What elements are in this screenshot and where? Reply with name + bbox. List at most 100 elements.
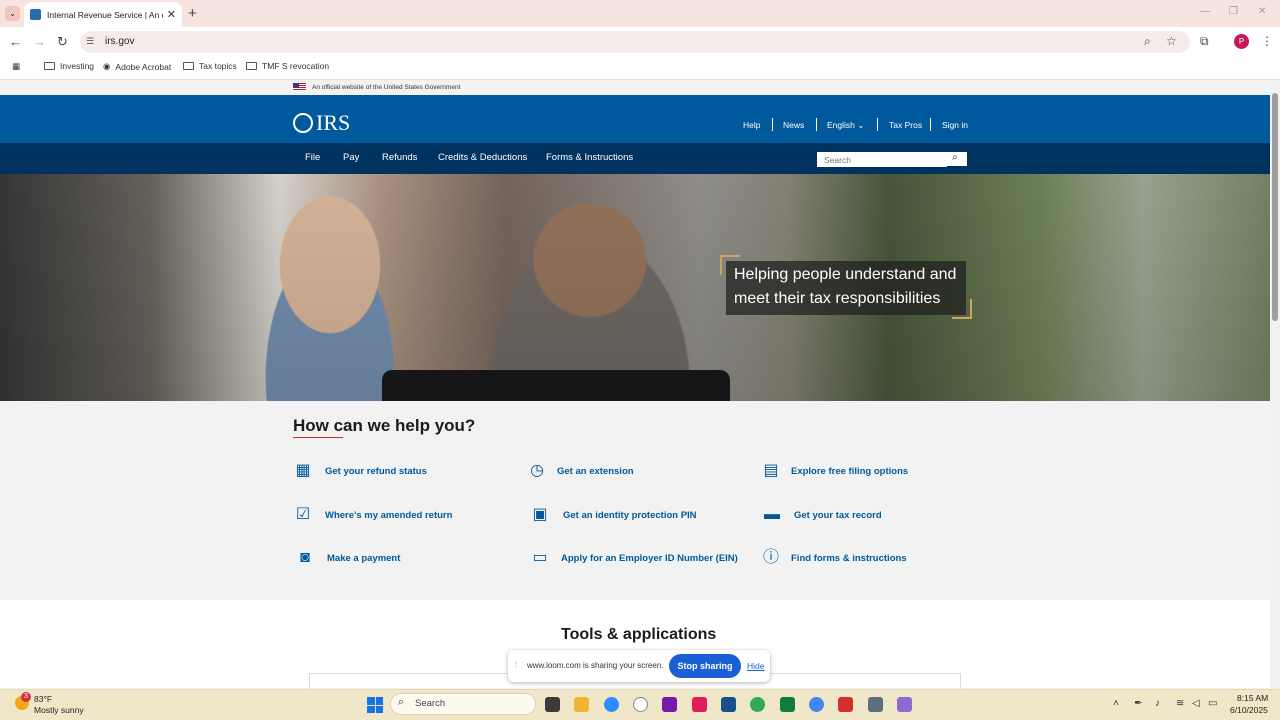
- refund-status-link[interactable]: Get your refund status: [325, 466, 427, 477]
- r-app-icon[interactable]: [721, 697, 736, 712]
- title-underline: [293, 437, 343, 438]
- volume-icon[interactable]: ◁: [1192, 698, 1200, 709]
- pen-icon[interactable]: ✒: [1134, 698, 1142, 709]
- stop-sharing-button[interactable]: Stop sharing: [669, 654, 741, 678]
- close-tab-icon[interactable]: ✕: [167, 8, 176, 21]
- snipping-tool-icon[interactable]: [897, 697, 912, 712]
- clock-time[interactable]: 8:15 AM: [1237, 693, 1268, 703]
- hero-tagline-line: Helping people understand and: [734, 266, 957, 283]
- weather-temperature[interactable]: 83°F: [34, 694, 52, 704]
- task-view-icon[interactable]: [545, 697, 560, 712]
- search-input[interactable]: [817, 153, 947, 167]
- start-button[interactable]: [367, 697, 383, 713]
- money-icon: ◙: [300, 549, 310, 566]
- close-window-button[interactable]: ✕: [1258, 6, 1266, 17]
- bookmark-investing[interactable]: Investing: [44, 61, 94, 71]
- scrollbar-thumb[interactable]: [1272, 93, 1278, 321]
- reload-icon[interactable]: ↻: [57, 34, 68, 50]
- checkbox-icon: ☑: [295, 506, 311, 523]
- site-info-icon[interactable]: ☰: [86, 36, 94, 47]
- url-text[interactable]: irs.gov: [105, 36, 134, 47]
- chrome-icon[interactable]: [750, 697, 765, 712]
- divider: [816, 118, 817, 131]
- sign-in-link[interactable]: Sign in: [942, 120, 968, 130]
- more-menu-icon[interactable]: ⋮: [1261, 34, 1273, 48]
- bookmark-label: Adobe Acrobat: [115, 61, 172, 72]
- nav-forms-instructions[interactable]: Forms & Instructions: [546, 152, 633, 163]
- show-hidden-icons-icon[interactable]: ˄: [1113, 698, 1119, 709]
- search-icon[interactable]: ⌕: [952, 152, 958, 163]
- gov-banner-text: An official website of the United States…: [312, 84, 461, 91]
- bookmark-label: TMF S revocation: [262, 61, 330, 71]
- bookmark-tax-topics[interactable]: Tax topics: [183, 61, 237, 71]
- zoom-icon[interactable]: ⌕: [1144, 34, 1151, 49]
- new-tab-button[interactable]: +: [188, 5, 197, 22]
- free-filing-link[interactable]: Explore free filing options: [791, 466, 908, 477]
- tax-pros-link[interactable]: Tax Pros: [889, 120, 922, 130]
- taskbar-search[interactable]: [390, 693, 536, 715]
- chevron-down-icon: ⌄: [857, 120, 865, 130]
- minimize-button[interactable]: —: [1200, 6, 1210, 17]
- forward-arrow-icon[interactable]: →: [33, 34, 46, 49]
- news-link[interactable]: News: [783, 120, 804, 130]
- ip-pin-link[interactable]: Get an identity protection PIN: [563, 510, 697, 521]
- microphone-icon[interactable]: ♪: [1155, 698, 1160, 709]
- tab-title: Internal Revenue Service | An official w…: [47, 9, 163, 20]
- search-icon: ⌕: [398, 696, 405, 708]
- amended-return-link[interactable]: Where’s my amended return: [325, 510, 452, 521]
- logo-text: IRS: [316, 110, 351, 135]
- forms-link[interactable]: Find forms & instructions: [791, 553, 907, 564]
- main-nav: [0, 143, 1270, 174]
- extensions-icon[interactable]: ⧉: [1200, 34, 1209, 49]
- file-explorer-icon[interactable]: [574, 697, 589, 712]
- archive-box-icon: ▬: [764, 506, 780, 523]
- ein-link[interactable]: Apply for an Employer ID Number (EIN): [561, 553, 738, 564]
- divider: [877, 118, 878, 131]
- folder-icon: [246, 62, 257, 70]
- make-payment-link[interactable]: Make a payment: [327, 553, 400, 564]
- address-bar[interactable]: [80, 31, 1190, 53]
- wifi-icon[interactable]: ≋: [1176, 698, 1184, 709]
- excel-icon[interactable]: [780, 697, 795, 712]
- site-search-field[interactable]: [817, 152, 967, 167]
- hero-shade: [0, 174, 1270, 401]
- onenote-icon[interactable]: [662, 697, 677, 712]
- tab-search-button[interactable]: ⌄: [5, 6, 20, 21]
- bookmark-tmf-s-revocation[interactable]: TMF S revocation: [246, 61, 329, 71]
- maximize-button[interactable]: ❐: [1229, 6, 1238, 17]
- apps-grid-icon[interactable]: ▦: [12, 61, 20, 72]
- nav-pay[interactable]: Pay: [343, 152, 359, 163]
- to-do-app-icon[interactable]: [633, 697, 648, 712]
- irs-logo[interactable]: IRS: [293, 110, 350, 136]
- divider: [772, 118, 773, 131]
- divider: [930, 118, 931, 131]
- acrobat-icon[interactable]: [838, 697, 853, 712]
- profile-avatar[interactable]: P: [1234, 34, 1249, 49]
- help-link[interactable]: Help: [743, 120, 760, 130]
- calculator-icon[interactable]: [868, 697, 883, 712]
- clock-date[interactable]: 6/10/2025: [1230, 705, 1268, 715]
- back-arrow-icon[interactable]: ←: [9, 34, 22, 49]
- document-icon: ▤: [763, 462, 779, 479]
- tax-record-link[interactable]: Get your tax record: [794, 510, 882, 521]
- language-selector[interactable]: English ⌄: [827, 120, 864, 131]
- loom-sharing-message: www.loom.com is sharing your screen.: [527, 661, 664, 670]
- hide-sharing-bar-link[interactable]: Hide: [747, 661, 764, 671]
- chrome-profile-icon[interactable]: [809, 697, 824, 712]
- browser-tab[interactable]: Internal Revenue Service | An official w…: [24, 2, 182, 27]
- extension-link[interactable]: Get an extension: [557, 466, 634, 477]
- slack-icon[interactable]: [692, 697, 707, 712]
- nav-credits-deductions[interactable]: Credits & Deductions: [438, 152, 527, 163]
- bookmark-adobe-acrobat[interactable]: ◉ Adobe Acrobat: [103, 61, 171, 72]
- battery-icon[interactable]: ▭: [1208, 698, 1217, 709]
- calendar-icon: ▦: [295, 462, 311, 479]
- weather-badge: 3: [21, 692, 31, 702]
- nav-refunds[interactable]: Refunds: [382, 152, 417, 163]
- bookmark-star-icon[interactable]: ☆: [1166, 34, 1177, 48]
- clock-icon: ◷: [530, 462, 544, 479]
- weather-description[interactable]: Mostly sunny: [34, 705, 84, 715]
- drag-handle-icon[interactable]: ⁞: [515, 660, 518, 670]
- nav-file[interactable]: File: [305, 152, 320, 163]
- irs-header: [0, 95, 1270, 143]
- zoom-app-icon[interactable]: [604, 697, 619, 712]
